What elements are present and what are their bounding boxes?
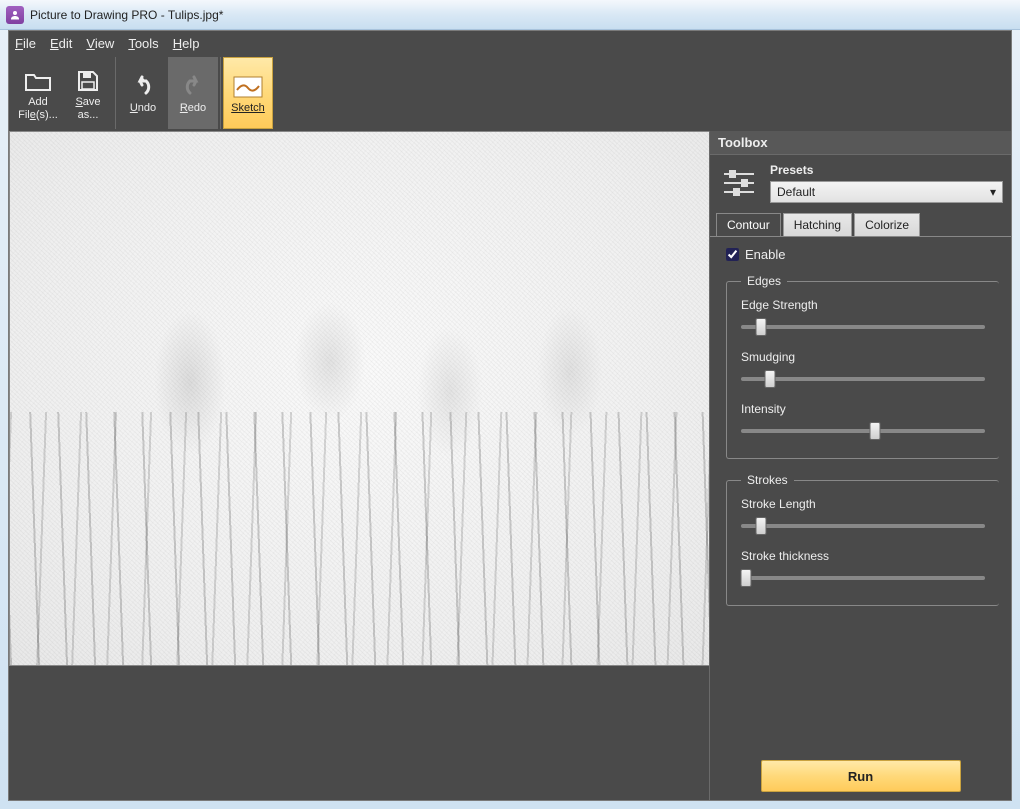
run-button[interactable]: Run (761, 760, 961, 792)
intensity-label: Intensity (741, 402, 985, 416)
undo-icon (130, 72, 156, 102)
sliders-icon (718, 163, 760, 203)
redo-icon (180, 72, 206, 102)
tab-body: Enable Edges Edge Strength Smudging (710, 236, 1011, 748)
edges-legend: Edges (741, 274, 787, 288)
toolbox-panel: Toolbox Presets Default ▾ (709, 131, 1011, 800)
stroke-length-label: Stroke Length (741, 497, 985, 511)
folder-open-icon (24, 66, 52, 96)
sketch-label: Sketch (231, 102, 265, 114)
menu-edit[interactable]: Edit (50, 36, 72, 51)
presets-select[interactable]: Default ▾ (770, 181, 1003, 203)
sketch-icon (233, 72, 263, 102)
save-as-button[interactable]: Saveas... (63, 57, 113, 129)
enable-label: Enable (745, 247, 785, 262)
undo-button[interactable]: Undo (118, 57, 168, 129)
intensity-slider[interactable] (741, 422, 985, 440)
edges-group: Edges Edge Strength Smudging (726, 274, 999, 459)
presets-row: Presets Default ▾ (710, 155, 1011, 207)
edge-strength-slider[interactable] (741, 318, 985, 336)
chevron-down-icon: ▾ (990, 185, 996, 199)
tab-hatching[interactable]: Hatching (783, 213, 852, 236)
menubar: File Edit View Tools Help (9, 31, 1011, 55)
redo-button[interactable]: Redo (168, 57, 218, 129)
toolbar: AddFile(s)... Saveas... Undo (9, 55, 1011, 131)
titlebar: Picture to Drawing PRO - Tulips.jpg* (0, 0, 1020, 30)
menu-view[interactable]: View (86, 36, 114, 51)
smudging-label: Smudging (741, 350, 985, 364)
stroke-thickness-slider[interactable] (741, 569, 985, 587)
enable-checkbox[interactable] (726, 248, 739, 261)
sketch-button[interactable]: Sketch (223, 57, 273, 129)
presets-label: Presets (770, 163, 1003, 177)
content-area: Toolbox Presets Default ▾ (9, 131, 1011, 800)
canvas-area[interactable] (9, 131, 709, 800)
app-icon (6, 6, 24, 24)
stroke-length-slider[interactable] (741, 517, 985, 535)
toolbox-title: Toolbox (710, 131, 1011, 155)
tab-colorize[interactable]: Colorize (854, 213, 920, 236)
menu-tools[interactable]: Tools (128, 36, 158, 51)
stroke-thickness-label: Stroke thickness (741, 549, 985, 563)
save-icon (76, 66, 100, 96)
edge-strength-label: Edge Strength (741, 298, 985, 312)
tabs: Contour Hatching Colorize (716, 213, 1011, 236)
preview-image (9, 131, 709, 666)
presets-value: Default (777, 185, 815, 199)
app-window: Picture to Drawing PRO - Tulips.jpg* Fil… (0, 0, 1020, 809)
app-body: File Edit View Tools Help AddFile(s)... … (8, 30, 1012, 801)
strokes-legend: Strokes (741, 473, 794, 487)
smudging-slider[interactable] (741, 370, 985, 388)
tab-contour[interactable]: Contour (716, 213, 781, 236)
strokes-group: Strokes Stroke Length Stroke thickness (726, 473, 999, 606)
menu-help[interactable]: Help (173, 36, 200, 51)
window-title: Picture to Drawing PRO - Tulips.jpg* (30, 8, 223, 22)
menu-file[interactable]: File (15, 36, 36, 51)
add-files-button[interactable]: AddFile(s)... (13, 57, 63, 129)
